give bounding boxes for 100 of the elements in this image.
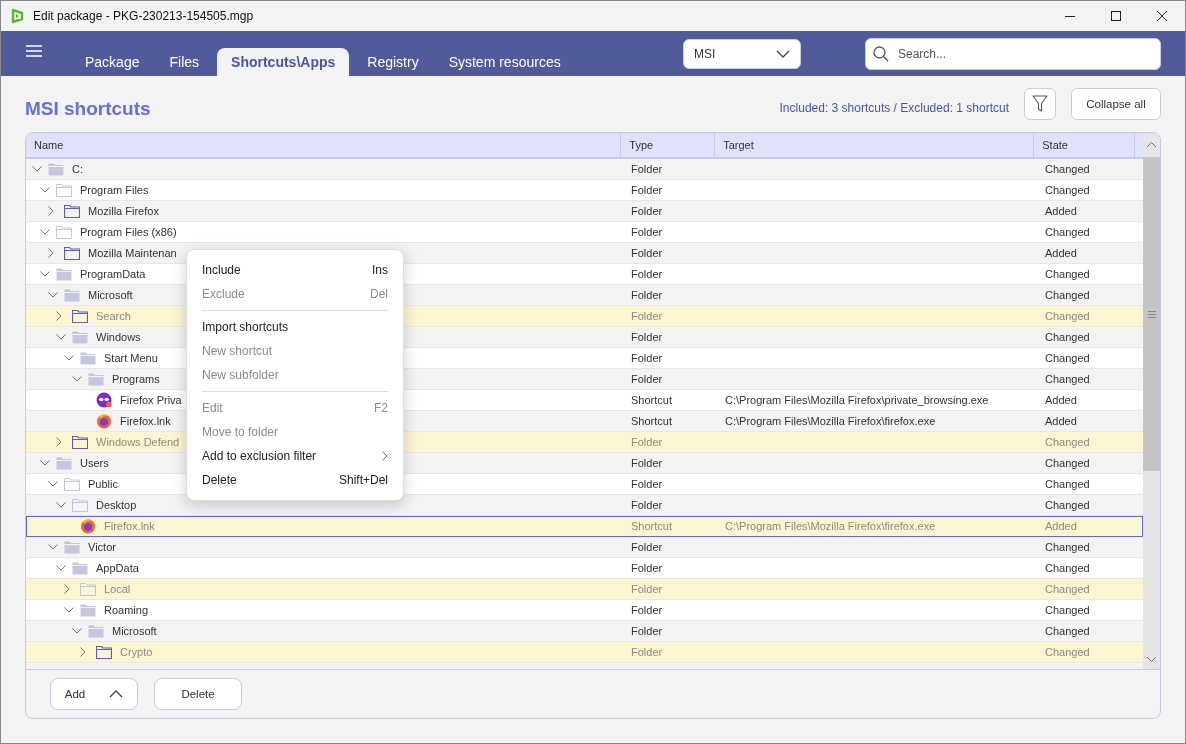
type-dropdown[interactable]: MSI	[683, 38, 801, 69]
menu-icon[interactable]	[25, 43, 43, 58]
firefox-icon	[80, 518, 96, 534]
name-text: Desktop	[96, 499, 137, 511]
type-cell-text: Folder	[630, 435, 664, 450]
tab[interactable]: System resources	[436, 48, 573, 76]
type-cell-text: Folder	[630, 330, 664, 345]
scroll-thumb[interactable]	[1143, 157, 1160, 471]
filter-icon	[1032, 95, 1048, 113]
state-cell-text: Changed	[1044, 645, 1091, 660]
target-text: C:\Program Files\Mozilla Firefox\firefox.exe	[725, 415, 936, 427]
state-cell-text: Changed	[1044, 267, 1091, 282]
type-cell-text: Folder	[630, 603, 664, 618]
state-cell-text: Changed	[1044, 498, 1091, 513]
shortcut-text: Shift+Del	[338, 473, 388, 487]
folder-icon	[64, 540, 80, 554]
column-header[interactable]: Type	[621, 133, 716, 157]
tab[interactable]: Registry	[355, 48, 431, 76]
type-cell-text: Folder	[630, 162, 664, 177]
folder-icon	[96, 645, 112, 659]
state-cell-text: Added	[1044, 414, 1078, 429]
table-row[interactable]: Program Files (x86) Folder Changed	[26, 222, 1143, 243]
folder-icon	[80, 582, 96, 596]
type-cell-text: Folder	[630, 183, 664, 198]
state-cell-text: Added	[1044, 246, 1078, 261]
delete-button[interactable]: Delete	[154, 678, 242, 710]
folder-icon	[56, 456, 72, 470]
target-text: C:\Program Files\Mozilla Firefox\private_browsing.exe	[725, 394, 989, 406]
search-field[interactable]: Search...	[865, 37, 1161, 70]
type-cell-text: Folder	[630, 309, 664, 324]
type-cell-text: Shortcut	[630, 519, 673, 534]
state-cell-text: Changed	[1044, 330, 1091, 345]
type-cell-text: Folder	[630, 561, 664, 576]
column-header[interactable]: Target	[715, 133, 1035, 157]
name-text: Mozilla Firefox	[88, 205, 159, 217]
type-cell-text: Folder	[630, 372, 664, 387]
column-header[interactable]: State	[1034, 133, 1135, 157]
name-text: Programs	[112, 373, 160, 385]
target-text: C:\Program Files\Mozilla Firefox\firefox.exe	[725, 520, 936, 532]
name-text: Roaming	[104, 604, 149, 616]
table-row[interactable]: AppData Folder Changed	[26, 558, 1143, 579]
tab[interactable]: Package	[73, 48, 152, 76]
folder-icon	[72, 498, 88, 512]
type-cell-text: Shortcut	[630, 414, 673, 429]
app-logo-icon	[10, 9, 24, 23]
folder-icon	[64, 477, 80, 491]
name-text: Local	[104, 583, 131, 595]
name-text: Crypto	[120, 646, 153, 658]
name-text: AppData	[96, 562, 139, 574]
type-cell-text: Folder	[630, 582, 664, 597]
folder-icon	[64, 204, 80, 218]
summary-text: Included: 3 shortcuts / Excluded: 1 shortcut	[779, 101, 1009, 115]
chevron-down-icon	[776, 49, 790, 58]
folder-icon	[88, 624, 104, 638]
name-text: Windows Defend	[96, 436, 180, 448]
tab[interactable]: Files	[157, 48, 212, 76]
folder-icon	[56, 225, 72, 239]
add-button[interactable]: Add	[50, 678, 138, 710]
type-cell-text: Folder	[630, 645, 664, 660]
folder-icon	[48, 162, 64, 176]
type-cell-text: Folder	[630, 351, 664, 366]
type-cell-text: Shortcut	[630, 393, 673, 408]
type-cell-text: Folder	[630, 624, 664, 639]
name-text: Mozilla Maintenan	[88, 247, 177, 259]
state-cell-text: Changed	[1044, 603, 1091, 618]
state-cell-text: Changed	[1044, 624, 1091, 639]
column-header[interactable]: Name	[26, 133, 622, 157]
table-row[interactable]: Roaming Folder Changed	[26, 600, 1143, 621]
state-cell-text: Changed	[1044, 162, 1091, 177]
name-text: Firefox.lnk	[104, 520, 155, 532]
name-text: Start Menu	[104, 352, 158, 364]
folder-icon	[72, 330, 88, 344]
state-cell-text: Changed	[1044, 309, 1091, 324]
state-cell-text: Added	[1044, 519, 1078, 534]
state-cell-text: Changed	[1044, 225, 1091, 240]
state-cell-text: Changed	[1044, 477, 1091, 492]
type-cell-text: Folder	[630, 540, 664, 555]
collapse-all-button[interactable]: Collapse all	[1071, 88, 1161, 120]
scrollbar[interactable]	[1143, 133, 1160, 669]
state-cell-text: Changed	[1044, 456, 1091, 471]
folder-icon	[72, 309, 88, 323]
name-text: C:	[72, 163, 83, 175]
shortcut-text: Del	[370, 287, 388, 301]
name-text: Users	[80, 457, 109, 469]
name-text: Public	[88, 478, 118, 490]
name-text: Firefox Priva	[120, 394, 182, 406]
mask-icon	[96, 392, 112, 408]
name-text: Microsoft	[112, 625, 157, 637]
name-text: ProgramData	[80, 268, 146, 280]
section-title: MSI shortcuts	[25, 98, 151, 120]
state-cell-text: Changed	[1044, 288, 1091, 303]
table-row[interactable]: Program Files Folder Changed	[26, 180, 1143, 201]
type-cell-text: Folder	[630, 267, 664, 282]
name-text: Program Files (x86)	[80, 226, 177, 238]
tab[interactable]: Shortcuts\Apps	[217, 48, 350, 76]
filter-button[interactable]	[1024, 88, 1056, 120]
chevron-up-icon	[109, 690, 124, 698]
state-cell-text: Changed	[1044, 540, 1091, 555]
folder-icon	[56, 267, 72, 281]
state-cell-text: Changed	[1044, 582, 1091, 597]
